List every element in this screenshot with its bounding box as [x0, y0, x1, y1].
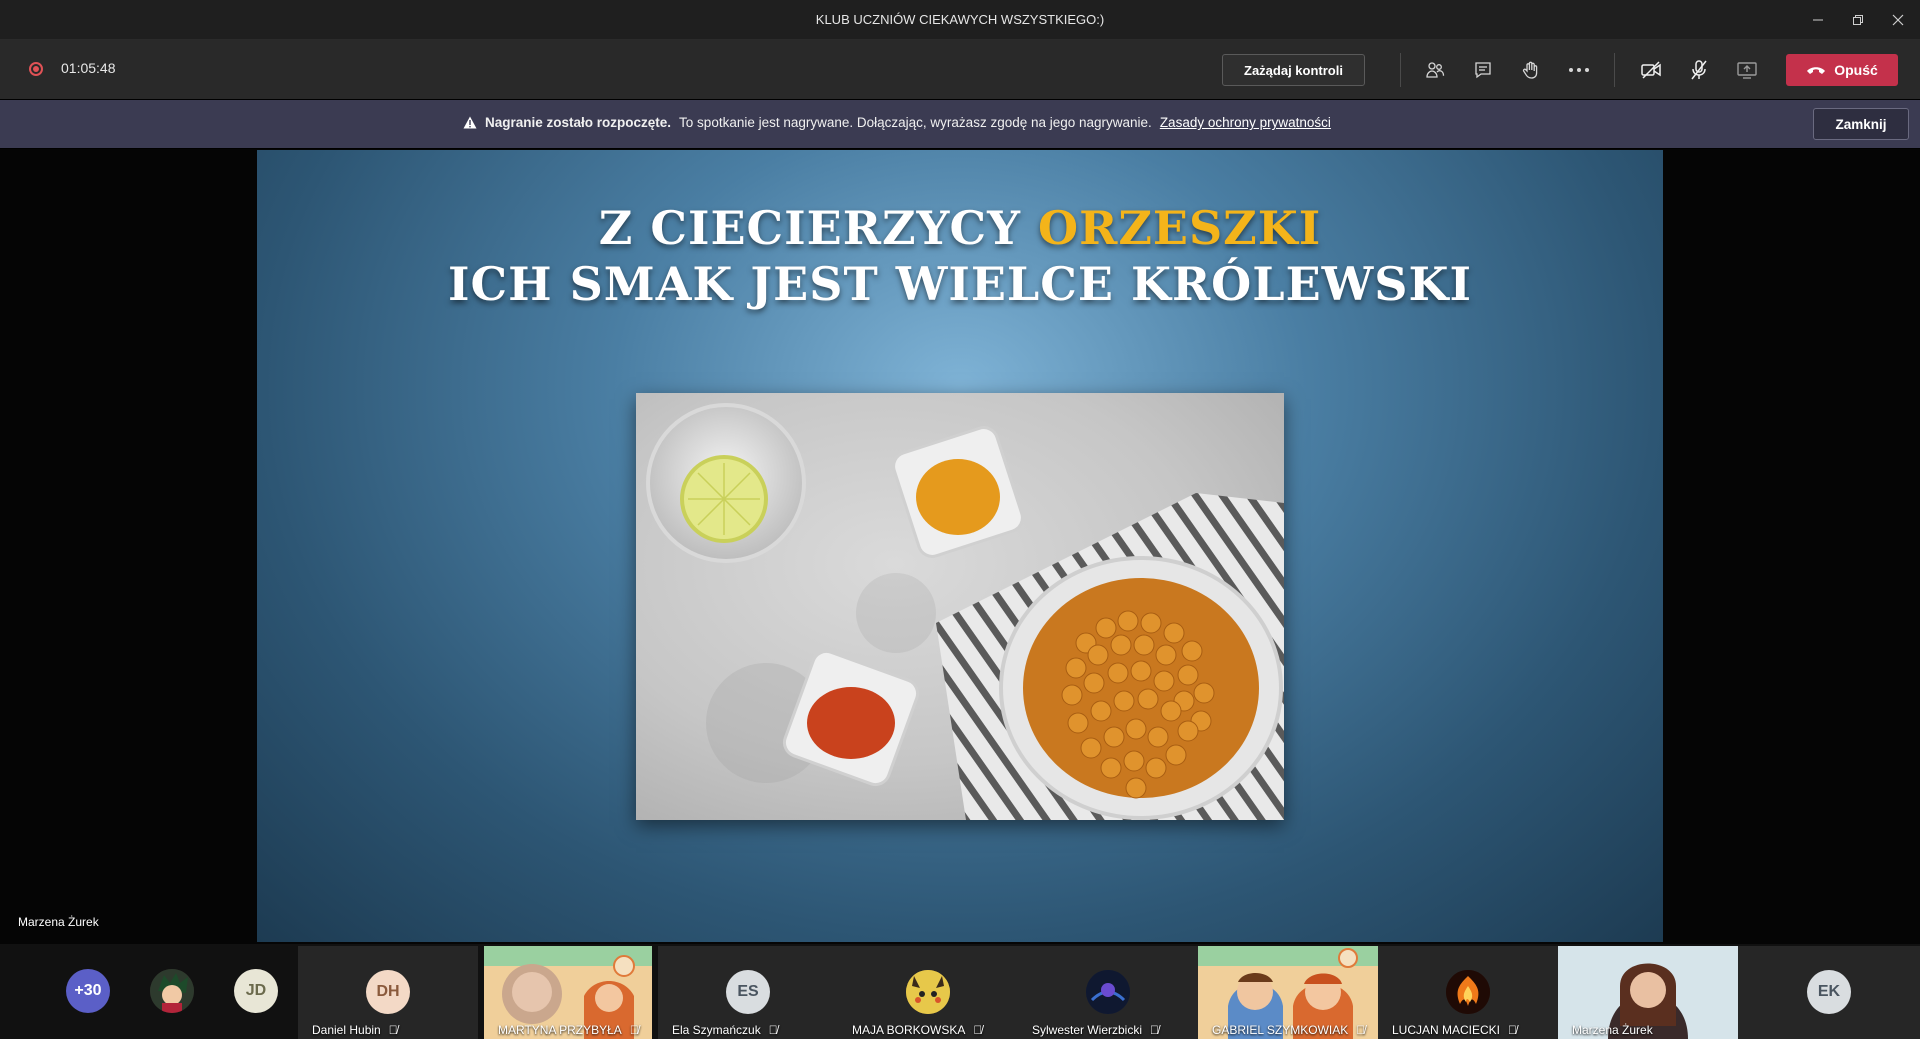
leave-button[interactable]: Opuść [1786, 54, 1898, 86]
request-control-button[interactable]: Zażądaj kontroli [1222, 54, 1365, 86]
restore-icon[interactable] [1838, 0, 1878, 39]
close-banner-button[interactable]: Zamknij [1813, 108, 1909, 140]
participant-tile[interactable]: Sylwester Wierzbicki 🎙̸ [1018, 946, 1198, 1039]
slide-title-line2: ICH SMAK JEST WIELCE KRÓLEWSKI [447, 257, 1473, 311]
slide-title-line1-a: Z CIECIERZYCY [598, 201, 1021, 255]
participant-name: MARTYNA PRZYBYŁA 🎙̸ [498, 1023, 639, 1037]
shared-content-stage: Z CIECIERZYCY ORZESZKI ICH SMAK JEST WIE… [0, 149, 1920, 944]
mic-off-icon: 🎙̸ [973, 1023, 983, 1037]
participant-name: LUCJAN MACIECKI 🎙̸ [1392, 1023, 1518, 1037]
participant-avatar-image [1446, 970, 1490, 1014]
banner-bold-text: Nagranie zostało rozpoczęte. [485, 115, 672, 130]
mic-off-icon: 🎙̸ [1150, 1023, 1160, 1037]
warning-icon [463, 116, 477, 129]
more-options-icon[interactable] [1563, 54, 1595, 86]
mic-off-icon: 🎙̸ [388, 1023, 398, 1037]
close-window-icon[interactable] [1878, 0, 1918, 39]
presentation-slide: Z CIECIERZYCY ORZESZKI ICH SMAK JEST WIE… [257, 150, 1663, 942]
slide-title-highlight: ORZESZKI [1038, 201, 1322, 255]
participant-tile[interactable]: Marzena Żurek [1558, 946, 1738, 1039]
chickpea-photo [636, 393, 1284, 820]
participant-name: Ela Szymańczuk 🎙̸ [672, 1023, 778, 1037]
participant-tile[interactable]: ES Ela Szymańczuk 🎙̸ [658, 946, 838, 1039]
participant-avatar-image [1086, 970, 1130, 1014]
toolbar-divider [1400, 53, 1401, 87]
minimize-icon[interactable] [1798, 0, 1838, 39]
participant-tile[interactable]: MARTYNA PRZYBYŁA 🎙̸ [484, 946, 652, 1039]
mic-off-icon: 🎙̸ [768, 1023, 778, 1037]
mic-off-icon: 🎙̸ [629, 1023, 639, 1037]
meeting-timer: 01:05:48 [61, 60, 116, 76]
participant-initials: ES [726, 970, 770, 1014]
participant-tile[interactable]: EK [1738, 946, 1920, 1039]
participant-tile[interactable]: MAJA BORKOWSKA 🎙̸ [838, 946, 1018, 1039]
microphone-off-icon[interactable] [1683, 54, 1715, 86]
mic-off-icon: 🎙̸ [1356, 1023, 1366, 1037]
participant-name: Marzena Żurek [1572, 1023, 1653, 1037]
overflow-participants-button[interactable]: +30 [66, 969, 110, 1013]
meeting-toolbar: 01:05:48 Zażądaj kontroli Opuść [0, 40, 1920, 99]
recording-banner: Nagranie zostało rozpoczęte. To spotkani… [0, 100, 1920, 148]
participant-tile[interactable]: LUCJAN MACIECKI 🎙̸ [1378, 946, 1558, 1039]
participant-strip: +30 JD DH Daniel Hubin 🎙̸ MARTYNA PRZYBYŁ… [0, 944, 1920, 1039]
participant-name: Daniel Hubin 🎙̸ [312, 1023, 398, 1037]
participant-name: MAJA BORKOWSKA 🎙̸ [852, 1023, 983, 1037]
hang-up-icon [1807, 67, 1826, 74]
recording-icon [29, 62, 43, 76]
participant-initials: DH [366, 970, 410, 1014]
toolbar-divider [1614, 53, 1615, 87]
mic-off-icon: 🎙̸ [1508, 1023, 1518, 1037]
camera-off-icon[interactable] [1635, 54, 1667, 86]
privacy-policy-link[interactable]: Zasady ochrony prywatności [1160, 115, 1331, 130]
participant-initials: EK [1807, 970, 1851, 1014]
share-screen-icon[interactable] [1731, 54, 1763, 86]
participant-tile[interactable]: DH Daniel Hubin 🎙̸ [298, 946, 478, 1039]
participant-name: Sylwester Wierzbicki 🎙̸ [1032, 1023, 1160, 1037]
chat-icon[interactable] [1467, 54, 1499, 86]
active-speaker-name: Marzena Żurek [18, 915, 99, 929]
reactions-icon[interactable] [1515, 54, 1547, 86]
banner-text: To spotkanie jest nagrywane. Dołączając,… [679, 115, 1152, 130]
participant-tile[interactable]: GABRIEL SZYMKOWIAK 🎙̸ [1198, 946, 1378, 1039]
title-bar: KLUB UCZNIÓW CIEKAWYCH WSZYSTKIEGO:) [0, 0, 1920, 40]
slide-title: Z CIECIERZYCY ORZESZKI ICH SMAK JEST WIE… [257, 200, 1663, 312]
participants-icon[interactable] [1419, 54, 1451, 86]
participant-avatar-jd[interactable]: JD [234, 969, 278, 1013]
participant-avatar-image [906, 970, 950, 1014]
leave-label: Opuść [1834, 62, 1878, 78]
participant-name: GABRIEL SZYMKOWIAK 🎙̸ [1212, 1023, 1366, 1037]
participant-avatar[interactable] [150, 969, 194, 1013]
banner-message: Nagranie zostało rozpoczęte. To spotkani… [463, 115, 1331, 130]
window-title: KLUB UCZNIÓW CIEKAWYCH WSZYSTKIEGO:) [815, 12, 1105, 27]
